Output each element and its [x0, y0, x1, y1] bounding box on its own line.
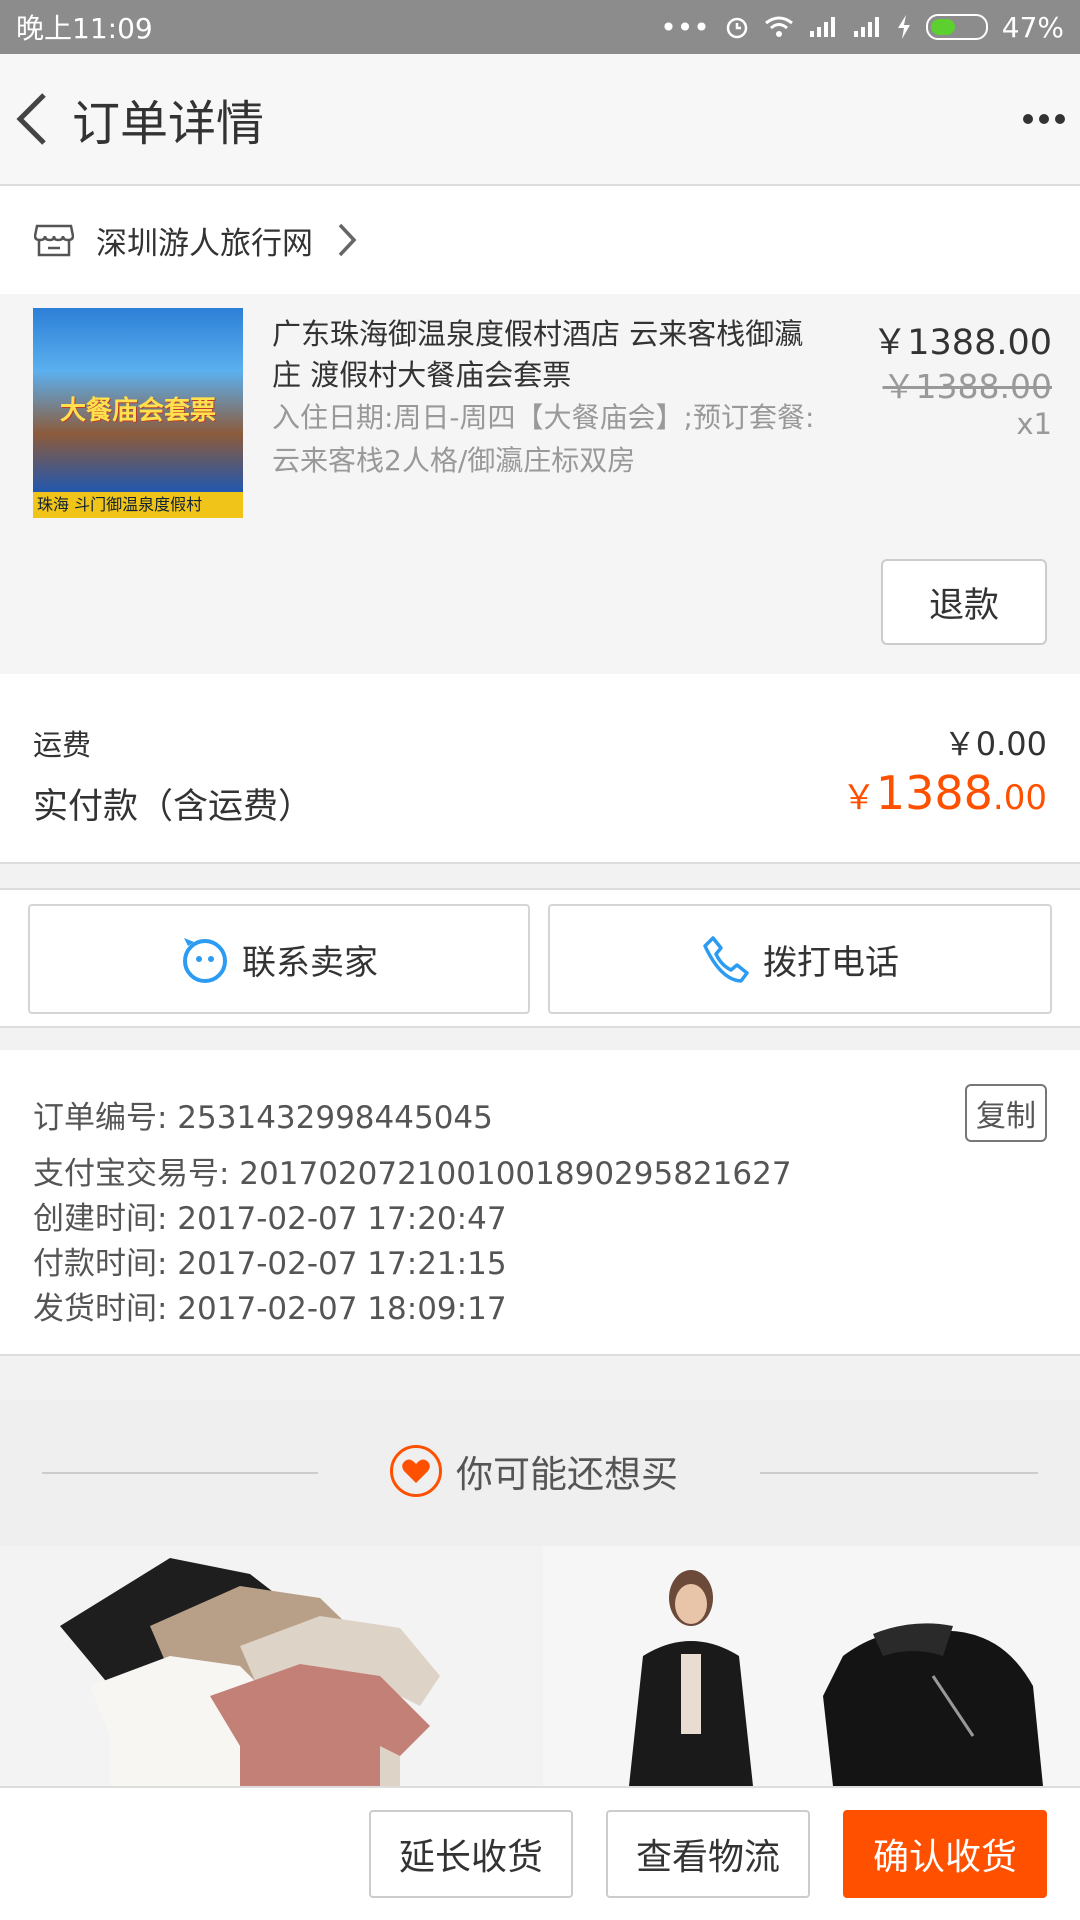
page-title: 订单详情	[72, 96, 265, 152]
recommend-product-tshirts[interactable]	[0, 1546, 537, 1786]
status-icons: ••• 47%	[660, 11, 1064, 44]
product-quantity: x1	[1016, 407, 1052, 441]
nav-bar: 订单详情	[0, 54, 1080, 186]
copy-button[interactable]: 复制	[965, 1084, 1047, 1142]
product-price: ￥1388.00	[872, 323, 1052, 363]
paid-cents: .00	[992, 778, 1047, 818]
shipped-time: 发货时间: 2017-02-07 18:09:17	[33, 1291, 507, 1327]
phone-icon	[703, 936, 749, 983]
more-menu-icon[interactable]	[1022, 113, 1066, 125]
product-original-price: ￥1388.00	[882, 367, 1052, 406]
recommend-title-text: 你可能还想买	[456, 1453, 678, 1496]
created-time: 创建时间: 2017-02-07 17:20:47	[33, 1201, 507, 1237]
charging-icon	[897, 15, 910, 39]
shop-icon	[34, 224, 74, 257]
wifi-icon	[764, 16, 793, 37]
view-logistics-button[interactable]: 查看物流	[606, 1810, 810, 1898]
paid-currency: ￥	[841, 778, 876, 818]
status-bar: 晚上11:09 ••• 47%	[0, 0, 1080, 54]
contact-row: 联系卖家 拨打电话	[0, 888, 1080, 1028]
product-thumbnail[interactable]: 大餐庙会套票 珠海 斗门御温泉度假村	[33, 308, 243, 518]
battery-icon	[925, 14, 988, 40]
battery-percent: 47%	[1001, 10, 1064, 44]
battery-level	[930, 19, 955, 35]
paid-integer: 1388	[875, 766, 993, 820]
heart-icon	[390, 1445, 442, 1497]
freight-label: 运费	[33, 728, 92, 762]
order-number: 订单编号: 2531432998445045	[33, 1100, 493, 1136]
more-dots-icon: •••	[660, 10, 710, 44]
paid-amount: ￥1388.00	[842, 766, 1047, 820]
recommend-products	[0, 1546, 1080, 1786]
freight-value: ￥0.00	[943, 725, 1047, 763]
order-item[interactable]: 大餐庙会套票 珠海 斗门御温泉度假村 广东珠海御温泉度假村酒店 云来客栈御瀛庄 …	[0, 294, 1080, 674]
recommend-header: 你可能还想买	[0, 1400, 1080, 1546]
shop-row[interactable]: 深圳游人旅行网	[0, 186, 1080, 294]
alipay-trade-number: 支付宝交易号: 2017020721001001890295821627	[33, 1156, 792, 1192]
recommend-product-jacket[interactable]	[543, 1546, 1080, 1786]
product-sku: 入住日期:周日-周四【大餐庙会】;预订套餐:云来客栈2人格/御瀛庄标双房	[272, 401, 815, 477]
back-arrow-icon[interactable]	[14, 91, 50, 147]
bottom-action-bar: 延长收货 查看物流 确认收货	[0, 1786, 1080, 1920]
order-info: 订单编号: 2531432998445045 复制 支付宝交易号: 201702…	[0, 1050, 1080, 1356]
chevron-right-icon	[338, 223, 357, 257]
extend-receipt-button[interactable]: 延长收货	[369, 1810, 573, 1898]
thumbnail-bottom-text: 珠海 斗门御温泉度假村	[33, 492, 243, 518]
paid-label: 实付款（含运费）	[33, 787, 314, 827]
product-title[interactable]: 广东珠海御温泉度假村酒店 云来客栈御瀛庄 渡假村大餐庙会套票	[272, 314, 832, 396]
chat-face-icon	[183, 938, 227, 983]
divider-right	[760, 1472, 1038, 1474]
signal-icon-1	[809, 17, 835, 37]
contact-seller-label: 联系卖家	[242, 942, 378, 983]
price-summary: 运费 ￥0.00 实付款（含运费） ￥1388.00	[0, 674, 1080, 864]
alarm-icon	[726, 17, 748, 39]
shop-name: 深圳游人旅行网	[96, 225, 313, 262]
thumbnail-banner-text: 大餐庙会套票	[59, 396, 216, 426]
call-phone-button[interactable]: 拨打电话	[548, 904, 1052, 1014]
paid-time: 付款时间: 2017-02-07 17:21:15	[33, 1246, 507, 1282]
refund-button[interactable]: 退款	[881, 559, 1047, 645]
call-phone-label: 拨打电话	[763, 942, 899, 983]
divider-left	[42, 1472, 318, 1474]
recommend-title: 你可能还想买	[390, 1444, 678, 1498]
contact-seller-button[interactable]: 联系卖家	[28, 904, 530, 1014]
signal-icon-2	[853, 17, 879, 37]
confirm-receipt-button[interactable]: 确认收货	[843, 1810, 1047, 1898]
status-time: 晚上11:09	[16, 12, 153, 45]
